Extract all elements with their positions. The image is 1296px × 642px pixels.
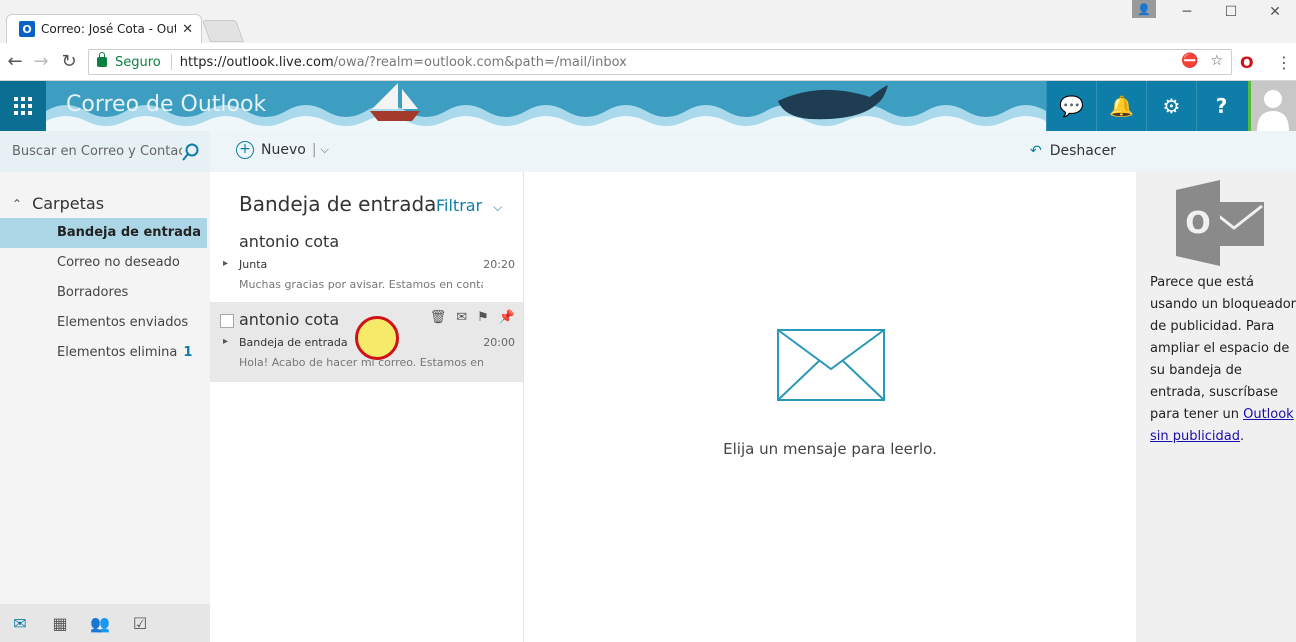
address-bar-row: ← → ↻ Seguro https://outlook.live.com /o… (0, 43, 1296, 81)
settings-button[interactable]: ⚙ (1146, 81, 1196, 131)
message-subject: Junta (223, 258, 267, 271)
chat-button[interactable]: 💬 (1046, 81, 1096, 131)
tab-close-icon[interactable]: ✕ (182, 22, 193, 37)
flag-icon[interactable]: ⚑ (477, 310, 489, 325)
folder-inbox[interactable]: Bandeja de entrada (0, 218, 207, 248)
message-time: 20:00 (483, 336, 515, 349)
module-switcher: ✉ ▦ 👥 ☑ (0, 604, 210, 642)
command-bar: Buscar en Correo y Contac.. + Nuevo | ⌵ … (0, 131, 1296, 172)
reading-pane: Elija un mensaje para leerlo. (524, 172, 1136, 642)
search-placeholder: Buscar en Correo y Contac.. (12, 144, 182, 159)
opera-extension-icon[interactable]: O (1240, 53, 1254, 72)
tasks-icon[interactable]: ☑ (120, 614, 160, 633)
folder-sent[interactable]: Elementos enviados (0, 308, 207, 338)
chevron-down-icon[interactable]: ⌵ (321, 143, 329, 157)
app-title: Correo de Outlook (66, 92, 267, 117)
omnibox-divider (170, 54, 172, 70)
undo-icon: ↶ (1030, 143, 1042, 159)
message-list: Bandeja de entrada Filtrar ⌵ antonio cot… (210, 172, 524, 642)
tab-title: Correo: José Cota - Outlo (41, 22, 177, 36)
mail-icon[interactable]: ✉ (0, 614, 40, 633)
url-input[interactable]: Seguro https://outlook.live.com /owa/?re… (88, 49, 1232, 75)
reload-icon[interactable]: ↻ (58, 51, 80, 73)
new-tab-button[interactable] (201, 20, 245, 42)
outlook-logo-icon: O (1176, 180, 1264, 266)
folders-header[interactable]: ⌃ Carpetas (12, 194, 104, 213)
person-icon (1257, 90, 1289, 131)
new-message-button[interactable]: + Nuevo | ⌵ (236, 141, 329, 159)
undo-label: Deshacer (1049, 143, 1116, 159)
folder-pane: ⌃ Carpetas Bandeja de entrada Correo no … (0, 172, 210, 642)
message-sender: antonio cota (239, 310, 340, 329)
list-title: Bandeja de entrada (239, 192, 437, 216)
message-sender: antonio cota (239, 232, 340, 251)
folder-junk[interactable]: Correo no deseado (0, 248, 207, 278)
message-item[interactable]: antonio cota Junta 20:20 Muchas gracias … (210, 224, 523, 304)
message-checkbox[interactable] (220, 314, 234, 328)
new-label: Nuevo (261, 142, 306, 158)
lock-icon (97, 52, 107, 67)
folder-label: Bandeja de entrada (57, 225, 202, 240)
message-preview: Hola! Acabo de hacer mi correo. Estamos … (239, 356, 483, 369)
outlook-favicon-icon: O (19, 21, 35, 37)
plus-circle-icon: + (236, 141, 254, 159)
notifications-button[interactable]: 🔔 (1096, 81, 1146, 131)
ad-pane: O Parece que está usando un bloqueador d… (1136, 172, 1296, 642)
folder-label: Elementos elimina (57, 345, 178, 360)
ad-text-end: . (1239, 429, 1245, 444)
search-icon[interactable] (182, 143, 200, 161)
window-close-icon[interactable]: ✕ (1252, 2, 1296, 22)
folder-label: Elementos enviados (57, 315, 189, 330)
chevron-down-icon: ⌵ (493, 200, 503, 214)
delete-icon[interactable]: 🗑 (430, 310, 447, 325)
people-icon[interactable]: 👥 (80, 614, 120, 633)
message-subject: Bandeja de entrada (223, 336, 348, 349)
undo-button[interactable]: ↶ Deshacer (1030, 143, 1116, 159)
forward-arrow-icon[interactable]: → (30, 51, 52, 73)
filter-label: Filtrar (436, 196, 483, 215)
search-input[interactable]: Buscar en Correo y Contac.. (0, 131, 210, 172)
divider: | (311, 142, 317, 158)
message-time: 20:20 (483, 258, 515, 271)
folder-deleted[interactable]: Elementos elimina 1 (0, 338, 207, 368)
bookmark-star-icon[interactable]: ☆ (1210, 53, 1223, 69)
chevron-up-icon[interactable]: ⌃ (12, 197, 22, 211)
bell-icon: 🔔 (1109, 94, 1134, 118)
folder-label: Borradores (57, 285, 129, 300)
chrome-menu-icon[interactable]: ⋮ (1276, 53, 1292, 72)
message-preview: Muchas gracias por avisar. Estamos en co… (239, 278, 483, 291)
user-avatar[interactable] (1248, 81, 1296, 131)
help-button[interactable]: ? (1196, 81, 1246, 131)
cursor-highlight (355, 316, 399, 360)
browser-tabstrip: O Correo: José Cota - Outlo ✕ 👤 ─ ☐ ✕ (0, 0, 1296, 43)
folders-title: Carpetas (32, 194, 105, 213)
secure-label: Seguro (115, 54, 161, 70)
folder-label: Correo no deseado (57, 255, 180, 270)
url-host: https://outlook.live.com (179, 54, 334, 70)
logo-letter: O (1185, 206, 1211, 241)
browser-tab[interactable]: O Correo: José Cota - Outlo ✕ (6, 14, 202, 43)
ad-blocker-notice: Parece que está usando un bloqueador de … (1150, 272, 1296, 448)
empty-reading-message: Elija un mensaje para leerlo. (723, 440, 937, 458)
filter-button[interactable]: Filtrar ⌵ (436, 196, 502, 215)
chat-icon: 💬 (1059, 94, 1084, 118)
calendar-icon[interactable]: ▦ (40, 614, 80, 633)
gear-icon: ⚙ (1162, 94, 1181, 118)
help-icon: ? (1215, 94, 1228, 118)
app-launcher-button[interactable] (0, 81, 46, 131)
mark-read-icon[interactable]: ✉ (456, 310, 467, 325)
back-arrow-icon[interactable]: ← (4, 51, 26, 73)
outlook-header: Correo de Outlook 💬 🔔 ⚙ ? (0, 81, 1296, 131)
maximize-icon[interactable]: ☐ (1208, 2, 1254, 22)
pin-icon[interactable]: 📌 (499, 310, 515, 325)
url-path: /owa/?realm=outlook.com&path=/mail/inbox (333, 54, 627, 70)
browser-profile-icon[interactable]: 👤 (1132, 0, 1156, 18)
envelope-icon (777, 329, 885, 401)
ad-text: Parece que está usando un bloqueador de … (1150, 275, 1296, 422)
waffle-icon (14, 97, 32, 115)
blocked-content-icon[interactable]: ⛔ (1181, 53, 1198, 69)
unread-count: 1 (183, 345, 193, 360)
minimize-icon[interactable]: ─ (1164, 2, 1210, 22)
folder-drafts[interactable]: Borradores (0, 278, 207, 308)
